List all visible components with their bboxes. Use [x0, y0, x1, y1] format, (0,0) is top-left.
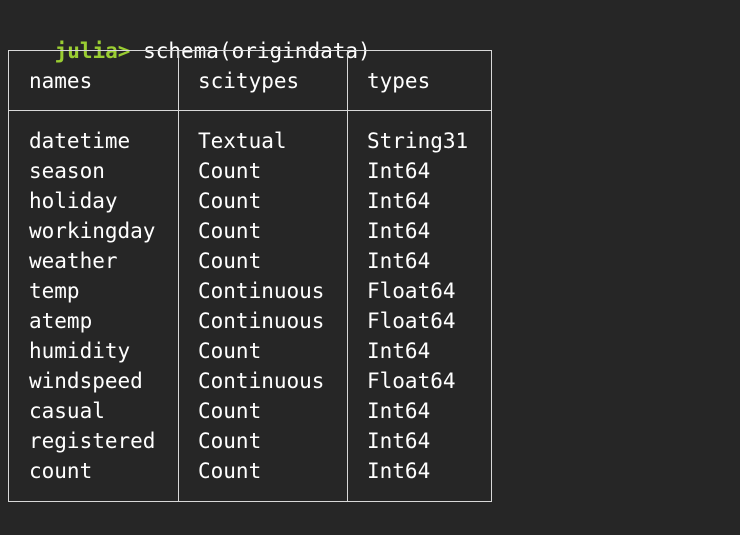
column-divider: [347, 50, 348, 502]
cell-type: Int64: [367, 339, 431, 363]
repl-input-line: julia> schema(origindata): [4, 6, 371, 63]
cell-type: String31: [367, 129, 469, 153]
cell-name: humidity: [29, 339, 131, 363]
cell-name: weather: [29, 249, 118, 273]
cell-scitype: Continuous: [198, 279, 325, 303]
cell-type: Int64: [367, 219, 431, 243]
cell-type: Float64: [367, 369, 456, 393]
cell-type: Int64: [367, 249, 431, 273]
cell-scitype: Count: [198, 219, 262, 243]
cell-type: Float64: [367, 309, 456, 333]
cell-type: Int64: [367, 429, 431, 453]
header-scitypes: scitypes: [198, 69, 300, 93]
cell-name: season: [29, 159, 105, 183]
cell-name: atemp: [29, 309, 93, 333]
cell-scitype: Count: [198, 459, 262, 483]
cell-scitype: Textual: [198, 129, 287, 153]
terminal-window[interactable]: julia> schema(origindata) names scitypes…: [0, 0, 740, 535]
cell-scitype: Count: [198, 429, 262, 453]
cell-name: datetime: [29, 129, 131, 153]
cell-scitype: Count: [198, 399, 262, 423]
cell-name: registered: [29, 429, 156, 453]
cell-scitype: Continuous: [198, 309, 325, 333]
cell-type: Int64: [367, 189, 431, 213]
cell-scitype: Count: [198, 159, 262, 183]
header-separator: [8, 110, 492, 111]
cell-type: Int64: [367, 399, 431, 423]
column-divider: [178, 50, 179, 502]
cell-scitype: Count: [198, 249, 262, 273]
cell-scitype: Continuous: [198, 369, 325, 393]
cell-type: Float64: [367, 279, 456, 303]
cell-name: casual: [29, 399, 105, 423]
cell-name: windspeed: [29, 369, 143, 393]
cell-name: workingday: [29, 219, 156, 243]
cell-type: Int64: [367, 159, 431, 183]
cell-name: count: [29, 459, 93, 483]
cell-type: Int64: [367, 459, 431, 483]
cell-name: holiday: [29, 189, 118, 213]
header-names: names: [29, 69, 93, 93]
cell-scitype: Count: [198, 339, 262, 363]
cell-name: temp: [29, 279, 80, 303]
cell-scitype: Count: [198, 189, 262, 213]
header-types: types: [367, 69, 431, 93]
